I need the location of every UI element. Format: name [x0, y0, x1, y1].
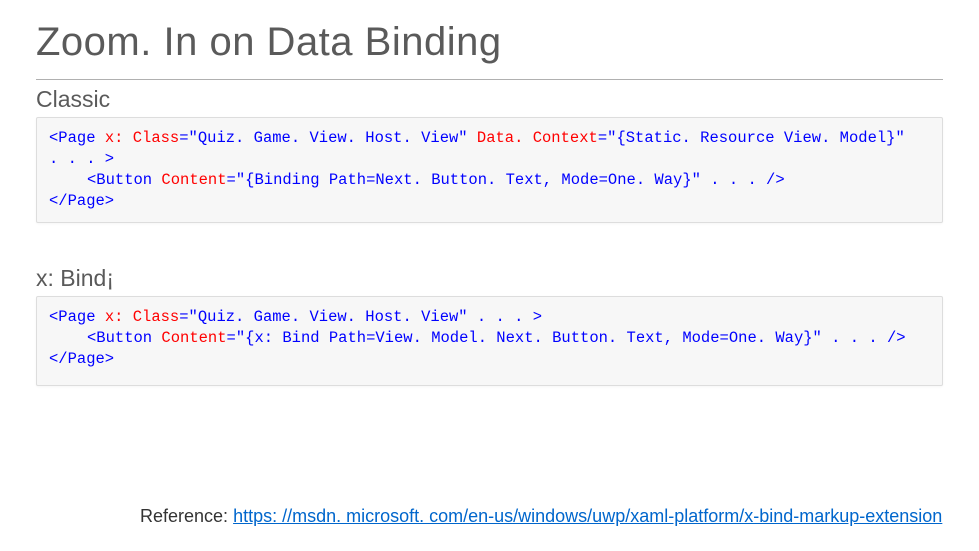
code-token: "{x: Bind Path=View. Model. Next. Button…	[236, 329, 822, 347]
reference-label: Reference:	[140, 506, 233, 526]
code-line: </Page>	[49, 349, 930, 370]
subhead-xbind: x: Bind¡	[36, 265, 943, 292]
code-line: <Page x: Class="Quiz. Game. View. Host. …	[49, 128, 930, 149]
reference-line: Reference: https: //msdn. microsoft. com…	[140, 506, 942, 527]
code-token: <Page	[49, 308, 96, 326]
code-token: . . . />	[822, 329, 906, 347]
code-line: <Button Content="{x: Bind Path=View. Mod…	[49, 328, 930, 349]
code-line: </Page>	[49, 191, 930, 212]
code-token: </Page>	[49, 192, 114, 210]
code-token: =	[227, 329, 236, 347]
code-block-xbind: <Page x: Class="Quiz. Game. View. Host. …	[36, 296, 943, 386]
code-line: <Button Content="{Binding Path=Next. But…	[49, 170, 930, 191]
reference-link[interactable]: https: //msdn. microsoft. com/en-us/wind…	[233, 506, 942, 526]
code-line: <Page x: Class="Quiz. Game. View. Host. …	[49, 307, 930, 328]
code-token: =	[598, 129, 607, 147]
page-title: Zoom. In on Data Binding	[36, 20, 943, 65]
code-block-classic: <Page x: Class="Quiz. Game. View. Host. …	[36, 117, 943, 223]
code-token: x: Class	[96, 129, 180, 147]
code-token: <Button	[87, 171, 152, 189]
code-token: . . . >	[49, 150, 114, 168]
code-token: <Page	[49, 129, 96, 147]
slide: Zoom. In on Data Binding Classic <Page x…	[0, 0, 979, 551]
code-token: </Page>	[49, 350, 114, 368]
code-token: Data. Context	[468, 129, 598, 147]
code-token: <Button	[87, 329, 152, 347]
divider	[36, 79, 943, 80]
code-token: =	[179, 129, 188, 147]
code-token: . . . />	[701, 171, 785, 189]
subhead-classic: Classic	[36, 86, 943, 113]
code-token: x: Class	[96, 308, 180, 326]
code-token: "{Static. Resource View. Model}"	[607, 129, 905, 147]
code-token: "{Binding Path=Next. Button. Text, Mode=…	[236, 171, 701, 189]
code-token: Content	[152, 171, 226, 189]
code-token: =	[227, 171, 236, 189]
code-line: . . . >	[49, 149, 930, 170]
code-token: =	[179, 308, 188, 326]
code-token: . . . >	[468, 308, 542, 326]
code-token: "Quiz. Game. View. Host. View"	[189, 129, 468, 147]
code-token: "Quiz. Game. View. Host. View"	[189, 308, 468, 326]
code-token: Content	[152, 329, 226, 347]
